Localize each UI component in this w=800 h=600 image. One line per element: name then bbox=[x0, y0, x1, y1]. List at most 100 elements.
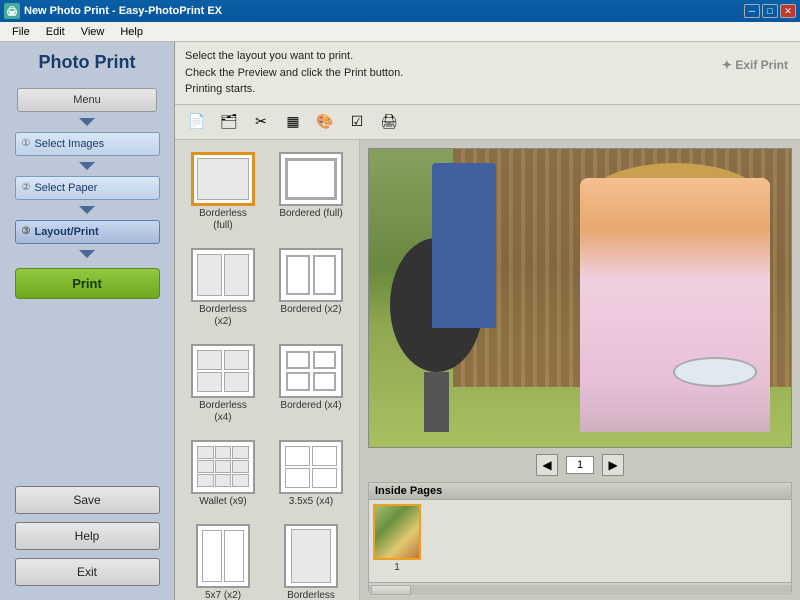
next-page-button[interactable]: ▶ bbox=[602, 454, 624, 476]
arrow-icon-4 bbox=[79, 250, 95, 258]
sidebar: Photo Print Menu ① Select Images ② Selec… bbox=[0, 42, 175, 600]
exit-button[interactable]: Exit bbox=[15, 558, 160, 586]
page-navigation: ◀ 1 ▶ bbox=[368, 454, 792, 476]
layout-item-bordered-x4[interactable]: Bordered (x4) bbox=[271, 340, 351, 428]
layout-thumb-2[interactable] bbox=[191, 248, 255, 302]
arrow-icon-1 bbox=[79, 118, 95, 126]
layout-item-borderless-half[interactable]: Borderless(half) bbox=[271, 520, 351, 600]
maximize-button[interactable]: □ bbox=[762, 4, 778, 18]
select-images-step[interactable]: ① Select Images bbox=[15, 132, 160, 156]
step1-label: Select Images bbox=[34, 138, 104, 150]
thumbnail-label: 1 bbox=[394, 562, 400, 573]
layout-label-8: 5x7 (x2) bbox=[205, 590, 241, 600]
close-button[interactable]: ✕ bbox=[780, 4, 796, 18]
save-button[interactable]: Save bbox=[15, 486, 160, 514]
menu-file[interactable]: File bbox=[4, 24, 38, 40]
layout-item-wallet-x9[interactable]: Wallet (x9) bbox=[183, 436, 263, 512]
layout-item-bordered-x2[interactable]: Bordered (x2) bbox=[271, 244, 351, 332]
layout-label-3: Bordered (x2) bbox=[280, 304, 341, 316]
step2-label: Select Paper bbox=[34, 182, 97, 194]
layout-thumb-6[interactable] bbox=[191, 440, 255, 494]
layout-print-step[interactable]: ③ Layout/Print bbox=[15, 220, 160, 244]
step1-num: ① bbox=[22, 138, 31, 149]
thumbnail-image bbox=[373, 504, 421, 560]
layout-label-2: Borderless(x2) bbox=[199, 304, 247, 328]
layout-label-1: Bordered (full) bbox=[279, 208, 342, 220]
layout-thumb-4[interactable] bbox=[191, 344, 255, 398]
scrollbar-thumb[interactable] bbox=[371, 585, 411, 595]
arrow-icon-2 bbox=[79, 162, 95, 170]
layout-item-3-5x5[interactable]: 3.5x5 (x4) bbox=[271, 436, 351, 512]
prev-page-button[interactable]: ◀ bbox=[536, 454, 558, 476]
layout-thumb-3[interactable] bbox=[279, 248, 343, 302]
infobar: Select the layout you want to print. Che… bbox=[175, 42, 800, 105]
photo-scene bbox=[369, 149, 791, 448]
minimize-button[interactable]: ─ bbox=[744, 4, 760, 18]
layout-thumb-8[interactable] bbox=[196, 524, 250, 588]
select-paper-step[interactable]: ② Select Paper bbox=[15, 176, 160, 200]
layout-label-6: Wallet (x9) bbox=[199, 496, 246, 508]
menubar: File Edit View Help bbox=[0, 22, 800, 42]
step3-num: ③ bbox=[22, 226, 31, 237]
layout-label-0: Borderless(full) bbox=[199, 208, 247, 232]
layout-thumb-7[interactable] bbox=[279, 440, 343, 494]
step2-num: ② bbox=[22, 182, 31, 193]
toolbar: 📄 🗂 ✂ ▦ 🎨 ☑ 🖨 bbox=[175, 105, 800, 140]
inside-pages-header: Inside Pages bbox=[369, 483, 791, 500]
layout-thumb-9[interactable] bbox=[284, 524, 338, 588]
titlebar: 🖨 New Photo Print - Easy-PhotoPrint EX ─… bbox=[0, 0, 800, 22]
layout-thumb-1[interactable] bbox=[279, 152, 343, 206]
print-button[interactable]: Print bbox=[15, 268, 160, 299]
scrollbar-track bbox=[369, 585, 791, 595]
layout-label-7: 3.5x5 (x4) bbox=[289, 496, 333, 508]
layout-label-4: Borderless(x4) bbox=[199, 400, 247, 424]
sidebar-title: Photo Print bbox=[39, 52, 136, 74]
step3-label: Layout/Print bbox=[34, 226, 98, 238]
menu-button[interactable]: Menu bbox=[17, 88, 157, 112]
toolbar-print-icon[interactable]: 🖨 bbox=[375, 109, 403, 135]
titlebar-controls[interactable]: ─ □ ✕ bbox=[744, 4, 796, 18]
thumbnail-item[interactable]: 1 bbox=[373, 504, 421, 573]
toolbar-open-icon[interactable]: 🗂 bbox=[215, 109, 243, 135]
info-line1: Select the layout you want to print. bbox=[185, 48, 790, 65]
exif-star: ✦ bbox=[722, 58, 735, 72]
content-area: Select the layout you want to print. Che… bbox=[175, 42, 800, 600]
layout-item-5x7[interactable]: 5x7 (x2) bbox=[183, 520, 263, 600]
help-button[interactable]: Help bbox=[15, 522, 160, 550]
main-split: Borderless(full) Bordered (full) bbox=[175, 140, 800, 600]
layout-grid: Borderless(full) Bordered (full) bbox=[175, 140, 359, 600]
exif-print-logo: ✦ Exif Print bbox=[722, 50, 788, 77]
app-main: Photo Print Menu ① Select Images ② Selec… bbox=[0, 42, 800, 600]
titlebar-title: New Photo Print - Easy-PhotoPrint EX bbox=[24, 5, 222, 17]
info-line3: Printing starts. bbox=[185, 81, 790, 98]
info-line2: Check the Preview and click the Print bu… bbox=[185, 65, 790, 82]
toolbar-adjust-icon[interactable]: ▦ bbox=[279, 109, 307, 135]
menu-view[interactable]: View bbox=[73, 24, 113, 40]
layout-item-borderless-x2[interactable]: Borderless(x2) bbox=[183, 244, 263, 332]
layout-thumb-5[interactable] bbox=[279, 344, 343, 398]
titlebar-left: 🖨 New Photo Print - Easy-PhotoPrint EX bbox=[4, 3, 222, 19]
layout-item-borderless-full[interactable]: Borderless(full) bbox=[183, 148, 263, 236]
inside-pages-content[interactable]: 1 bbox=[369, 500, 791, 582]
layout-label-9: Borderless(half) bbox=[287, 590, 335, 600]
photo-grill-stand bbox=[424, 372, 449, 432]
preview-area: ◀ 1 ▶ Inside Pages 1 bbox=[360, 140, 800, 600]
photo-person-bg bbox=[432, 163, 495, 327]
layout-item-bordered-full[interactable]: Bordered (full) bbox=[271, 148, 351, 236]
inside-pages-scrollbar[interactable] bbox=[369, 582, 791, 596]
app-icon: 🖨 bbox=[4, 3, 20, 19]
layout-thumb-0[interactable] bbox=[191, 152, 255, 206]
inside-pages-panel: Inside Pages 1 bbox=[368, 482, 792, 592]
page-number: 1 bbox=[566, 456, 594, 474]
toolbar-crop-icon[interactable]: ✂ bbox=[247, 109, 275, 135]
photo-girl bbox=[580, 178, 770, 432]
arrow-icon-3 bbox=[79, 206, 95, 214]
photo-preview bbox=[368, 148, 792, 449]
menu-edit[interactable]: Edit bbox=[38, 24, 73, 40]
menu-help[interactable]: Help bbox=[112, 24, 151, 40]
toolbar-new-icon[interactable]: 📄 bbox=[183, 109, 211, 135]
layout-panel[interactable]: Borderless(full) Bordered (full) bbox=[175, 140, 360, 600]
toolbar-color-icon[interactable]: 🎨 bbox=[311, 109, 339, 135]
layout-item-borderless-x4[interactable]: Borderless(x4) bbox=[183, 340, 263, 428]
toolbar-check-icon[interactable]: ☑ bbox=[343, 109, 371, 135]
